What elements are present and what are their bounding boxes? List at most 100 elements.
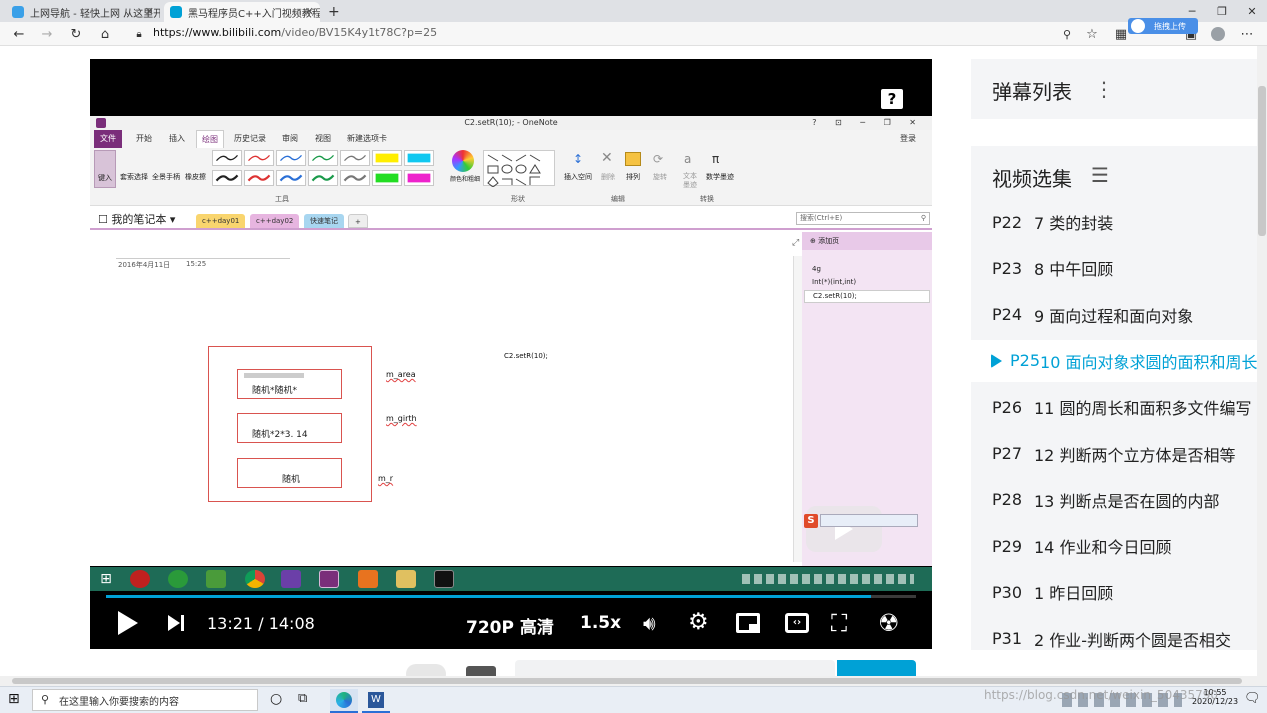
danmaku-list-panel[interactable]: 弹幕列表 ⋮ bbox=[971, 59, 1257, 119]
page-item-setr[interactable]: C2.setR(10); bbox=[804, 290, 930, 303]
ink-to-text-icon[interactable]: a bbox=[684, 152, 691, 166]
expand-icon[interactable]: ⤢ bbox=[792, 238, 799, 248]
drag-upload-button[interactable]: 拖拽上传 bbox=[1128, 18, 1198, 34]
episode-item-active[interactable]: P25 10 面向对象求圆的面积和周长 bbox=[971, 339, 1257, 382]
menu-file[interactable]: 文件 bbox=[94, 130, 122, 148]
login-link[interactable]: 登录 bbox=[900, 133, 916, 144]
fullscreen-icon[interactable]: ☢ bbox=[878, 609, 900, 637]
delete-icon[interactable]: ✕ bbox=[601, 150, 613, 166]
scrollbar-thumb[interactable] bbox=[1258, 86, 1266, 236]
zoom-icon[interactable]: ⚲ bbox=[1058, 25, 1076, 43]
pen-red[interactable] bbox=[244, 150, 274, 166]
menu-review[interactable]: 审阅 bbox=[282, 133, 298, 144]
episode-item[interactable]: P22 7 类的封装 bbox=[971, 201, 1257, 243]
section-tab-day01[interactable]: c++day01 bbox=[196, 214, 246, 228]
sogou-ime-icon[interactable]: S bbox=[804, 514, 818, 528]
onenote-window-controls[interactable]: ? ⊡ ─ ❐ ✕ bbox=[812, 116, 924, 130]
play-icon[interactable] bbox=[118, 611, 138, 635]
back-icon[interactable]: ← bbox=[10, 25, 28, 43]
ime-toolbar[interactable] bbox=[820, 514, 918, 527]
speed-button[interactable]: 1.5x bbox=[580, 613, 621, 633]
highlighter-green[interactable] bbox=[372, 170, 402, 186]
home-icon[interactable]: ⌂ bbox=[96, 25, 114, 43]
pan-hand-button[interactable]: 全景手柄 bbox=[152, 172, 180, 182]
section-tab-quick-notes[interactable]: 快速笔记 bbox=[304, 214, 344, 228]
close-tab-icon[interactable]: ✕ bbox=[305, 5, 314, 18]
web-fullscreen-icon[interactable]: ⛶ bbox=[831, 611, 847, 637]
pen-black-thick[interactable] bbox=[212, 170, 242, 186]
page-item-4g[interactable]: 4g bbox=[812, 265, 821, 273]
cortana-icon[interactable]: ○ bbox=[270, 691, 282, 707]
windows-start-icon[interactable]: ⊞ bbox=[8, 691, 20, 707]
lasso-select-button[interactable]: 套索选择 bbox=[120, 172, 148, 182]
profile-icon[interactable] bbox=[1209, 25, 1227, 43]
insert-space-icon[interactable]: ↕ bbox=[573, 152, 583, 166]
highlighter-cyan[interactable] bbox=[404, 150, 434, 166]
episode-item[interactable]: P23 8 中午回顾 bbox=[971, 247, 1257, 289]
highlighter-magenta[interactable] bbox=[404, 170, 434, 186]
episode-item[interactable]: P24 9 面向过程和面向对象 bbox=[971, 294, 1257, 336]
taskbar-search-box[interactable]: ⚲ 在这里输入你要搜索的内容 bbox=[32, 689, 258, 711]
pen-black[interactable] bbox=[212, 150, 242, 166]
menu-view[interactable]: 视图 bbox=[315, 133, 331, 144]
menu-new-tab[interactable]: 新建选项卡 bbox=[347, 133, 387, 144]
hscroll-thumb[interactable] bbox=[12, 678, 1242, 684]
notification-icon[interactable]: 🗨︎ bbox=[1244, 691, 1261, 706]
episode-item[interactable]: P28 13 判断点是否在圆的内部 bbox=[971, 479, 1257, 521]
page-scrollbar[interactable] bbox=[793, 256, 802, 562]
close-window-icon[interactable]: ✕ bbox=[1237, 0, 1267, 22]
pen-gray[interactable] bbox=[340, 150, 370, 166]
word-taskbar-button[interactable]: W bbox=[362, 689, 390, 713]
address-bar[interactable]: https://www.bilibili.com/video/BV15K4y1t… bbox=[153, 26, 437, 39]
shapes-gallery[interactable] bbox=[483, 150, 555, 188]
type-tool-button[interactable]: 键入 bbox=[94, 150, 116, 188]
maximize-icon[interactable]: ❐ bbox=[1207, 0, 1237, 22]
pen-blue[interactable] bbox=[276, 150, 306, 166]
help-icon[interactable]: ? bbox=[881, 89, 903, 109]
picture-in-picture-icon[interactable] bbox=[736, 613, 760, 633]
widescreen-icon[interactable]: ‹› bbox=[785, 613, 809, 633]
menu-history[interactable]: 历史记录 bbox=[234, 133, 266, 144]
settings-gear-icon[interactable]: ⚙ bbox=[688, 609, 709, 635]
favorite-star-icon[interactable]: ☆ bbox=[1083, 25, 1101, 43]
task-view-icon[interactable]: ⧉ bbox=[298, 691, 307, 706]
page-vertical-scrollbar[interactable] bbox=[1257, 46, 1267, 676]
list-view-icon[interactable]: ☰ bbox=[1091, 163, 1109, 187]
menu-draw[interactable]: 绘图 bbox=[196, 130, 224, 148]
pen-blue-thick[interactable] bbox=[276, 170, 306, 186]
episode-item[interactable]: P27 12 判断两个立方体是否相等 bbox=[971, 433, 1257, 475]
pen-green[interactable] bbox=[308, 150, 338, 166]
volume-icon[interactable]: 🔊︎ bbox=[643, 611, 656, 635]
episode-item[interactable]: P26 11 圆的周长和面积多文件编写 bbox=[971, 386, 1257, 428]
menu-insert[interactable]: 插入 bbox=[169, 133, 185, 144]
onenote-search-input[interactable]: 搜索(Ctrl+E) ⚲ bbox=[796, 212, 930, 225]
rotate-icon[interactable]: ⟳ bbox=[653, 152, 663, 166]
close-tab-icon[interactable]: ✕ bbox=[145, 5, 154, 18]
page-item-int-pointer[interactable]: Int(*)(int,int) bbox=[812, 278, 856, 286]
new-tab-button[interactable]: + bbox=[322, 2, 342, 22]
edge-taskbar-button[interactable] bbox=[330, 689, 358, 713]
more-options-icon[interactable]: ⋮ bbox=[1094, 77, 1114, 101]
onenote-page-canvas[interactable]: 2016年4月11日 15:25 随机*随机* 随机*2*3. 14 随机 m_… bbox=[90, 232, 802, 566]
lock-icon[interactable]: 🔒︎ bbox=[130, 25, 148, 43]
reload-icon[interactable]: ↻ bbox=[67, 25, 85, 43]
notebook-picker[interactable]: ☐ 我的笔记本 ▾ bbox=[98, 211, 175, 227]
episode-item[interactable]: P29 14 作业和今日回顾 bbox=[971, 525, 1257, 567]
menu-home[interactable]: 开始 bbox=[136, 133, 152, 144]
page-horizontal-scrollbar[interactable] bbox=[0, 676, 1267, 686]
pen-red-thick[interactable] bbox=[244, 170, 274, 186]
replay-overlay-button[interactable] bbox=[806, 506, 882, 552]
browser-menu-icon[interactable]: ⋯ bbox=[1238, 25, 1256, 43]
forward-icon[interactable]: → bbox=[38, 25, 56, 43]
add-section-button[interactable]: + bbox=[348, 214, 368, 228]
progress-bar[interactable] bbox=[106, 595, 916, 598]
arrange-icon[interactable] bbox=[625, 152, 641, 166]
browser-tab-bilibili[interactable]: 黑马程序员C++入门视频教程 ( ✕ bbox=[164, 2, 320, 22]
highlighter-yellow[interactable] bbox=[372, 150, 402, 166]
pen-green-thick[interactable] bbox=[308, 170, 338, 186]
browser-tab-navigation[interactable]: 上网导航 - 轻快上网 从这里开始 ✕ bbox=[6, 2, 160, 22]
ink-to-math-icon[interactable]: π bbox=[712, 152, 719, 166]
pen-gray-thick[interactable] bbox=[340, 170, 370, 186]
quality-button[interactable]: 720P 高清 bbox=[466, 613, 554, 638]
section-tab-day02[interactable]: c++day02 bbox=[250, 214, 300, 228]
